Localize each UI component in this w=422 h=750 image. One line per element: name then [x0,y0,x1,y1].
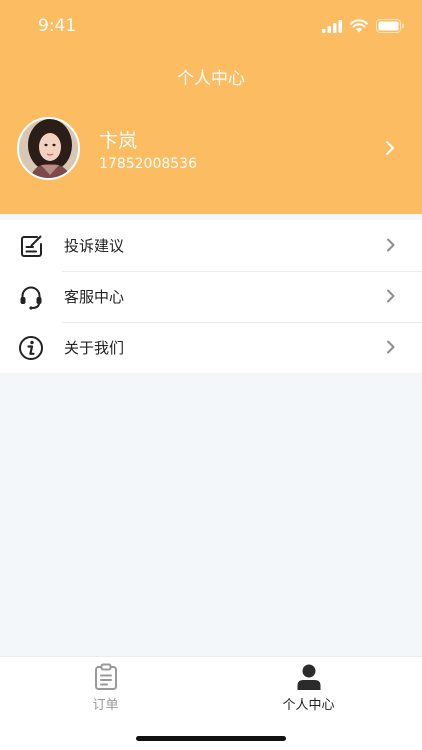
status-bar: 9:41 [0,0,422,54]
chevron-right-icon [387,238,395,252]
tab-label: 订单 [92,698,119,713]
menu-item-label: 关于我们 [64,339,125,357]
person-icon [297,664,320,690]
chevron-right-icon [387,289,395,303]
headset-icon [20,286,42,310]
profile-phone: 17852008536 [99,156,197,172]
edit-note-icon [21,235,42,257]
wifi-icon [350,19,368,33]
tab-profile[interactable]: 个人中心 [203,663,414,723]
profile-name: 卞岚 [99,130,138,152]
chevron-right-icon[interactable] [384,140,396,156]
menu-item-about-us[interactable]: 关于我们 [0,322,422,373]
clipboard-icon [94,663,117,690]
avatar[interactable] [17,117,80,180]
signal-icon [322,19,342,33]
profile-header: 9:41 个人中心 卞岚 17852008536 [0,0,422,214]
menu-item-complaints[interactable]: 投诉建议 [0,220,422,271]
menu-item-customer-service[interactable]: 客服中心 [0,271,422,322]
page-title: 个人中心 [177,69,245,89]
menu-item-label: 客服中心 [64,288,125,306]
status-time: 9:41 [38,16,77,36]
status-icons [322,18,404,34]
info-icon [19,336,43,360]
battery-icon [376,19,404,33]
profile-card[interactable]: 卞岚 17852008536 [0,112,422,186]
home-indicator [136,736,286,741]
tab-orders[interactable]: 订单 [0,663,211,723]
menu-item-label: 投诉建议 [64,237,125,255]
chevron-right-icon [387,340,395,354]
settings-menu: 投诉建议 客服中心 关于我们 [0,220,422,373]
tab-label: 个人中心 [282,698,335,713]
